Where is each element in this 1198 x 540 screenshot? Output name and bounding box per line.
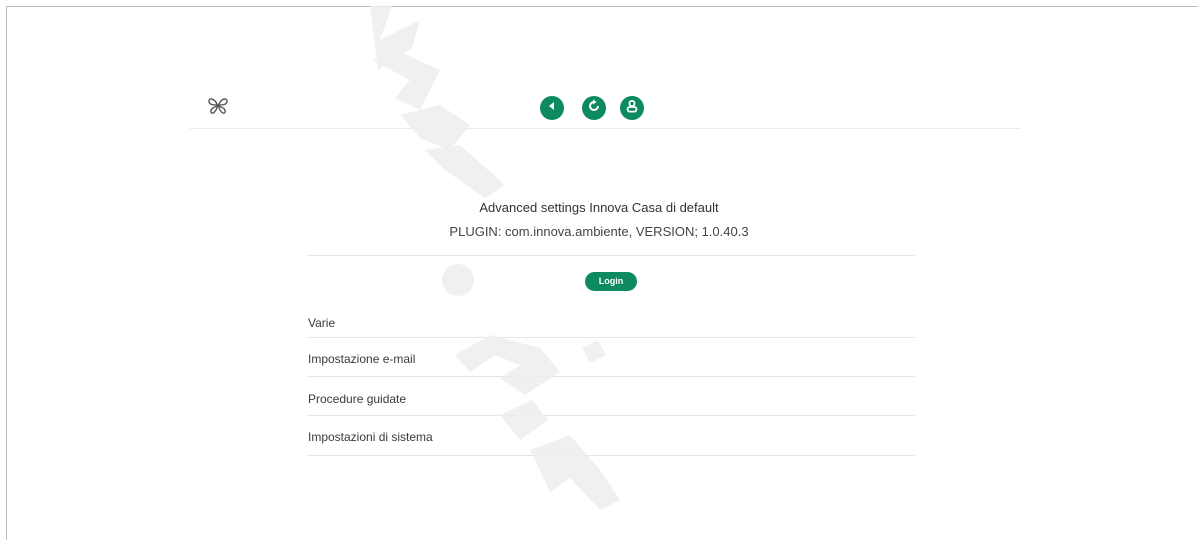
- menu-item-procedure[interactable]: Procedure guidate: [307, 378, 915, 416]
- top-header: [190, 92, 1020, 129]
- menu-item-varie[interactable]: Varie: [307, 300, 915, 338]
- back-button[interactable]: [540, 96, 564, 120]
- user-button[interactable]: [620, 96, 644, 120]
- menu-item-label: Impostazioni di sistema: [308, 430, 433, 444]
- refresh-icon: [587, 99, 601, 118]
- login-button[interactable]: Login: [585, 272, 637, 291]
- user-icon: [625, 99, 639, 118]
- back-arrow-icon: [546, 99, 558, 117]
- refresh-button[interactable]: [582, 96, 606, 120]
- menu-item-email[interactable]: Impostazione e-mail: [307, 339, 915, 377]
- menu-item-label: Impostazione e-mail: [308, 352, 416, 366]
- menu-item-label: Varie: [308, 316, 336, 330]
- menu-item-label: Procedure guidate: [308, 392, 407, 406]
- menu-item-sistema[interactable]: Impostazioni di sistema: [307, 418, 915, 456]
- divider: [307, 255, 915, 256]
- plugin-info: PLUGIN: com.innova.ambiente, VERSION; 1.…: [449, 224, 749, 239]
- page-title: Advanced settings Innova Casa di default: [479, 200, 719, 215]
- butterfly-logo-icon: [206, 94, 230, 118]
